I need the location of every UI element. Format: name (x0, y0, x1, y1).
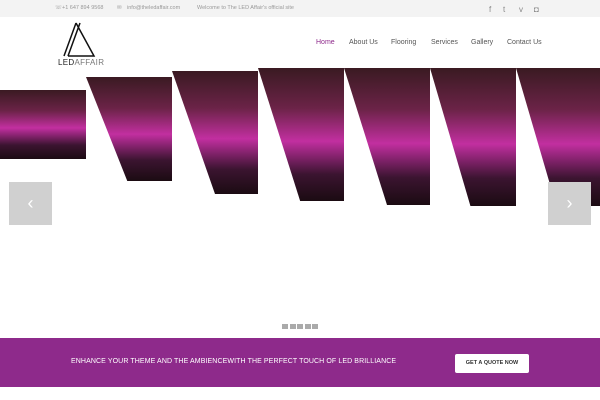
nav-home[interactable]: Home (316, 39, 335, 46)
phone-icon: ☏ (55, 5, 62, 11)
logo-text: LEDAFFAIR (58, 58, 105, 67)
facebook-icon[interactable]: f (489, 5, 491, 14)
email-icon: ✉ (117, 5, 122, 11)
slide-dot[interactable] (289, 324, 296, 329)
slide-panel (86, 77, 172, 181)
cta-text: ENHANCE YOUR THEME AND THE AMBIENCEWITH … (71, 358, 397, 365)
top-bar: ☏ +1 647 894 9568 ✉ info@theledaffair.co… (0, 0, 600, 17)
slide-panel (344, 68, 430, 205)
prev-slide-button[interactable]: ‹ (9, 182, 52, 225)
slide-panel (0, 90, 86, 159)
email-link[interactable]: info@theledaffair.com (127, 5, 180, 11)
nav-contact-us[interactable]: Contact Us (507, 39, 542, 46)
next-slide-button[interactable]: › (548, 182, 591, 225)
logo[interactable]: LEDAFFAIR (58, 22, 104, 67)
nav-services[interactable]: Services (431, 39, 458, 46)
slide-dot[interactable] (312, 324, 318, 329)
cta-band: ENHANCE YOUR THEME AND THE AMBIENCEWITH … (0, 338, 600, 387)
nav-flooring[interactable]: Flooring (391, 39, 416, 46)
slide-panel (172, 71, 258, 194)
phone-number: +1 647 894 9568 (62, 5, 104, 11)
slider-pagination (282, 324, 318, 329)
slide-panel (258, 68, 344, 201)
welcome-text: Welcome to The LED Affair's official sit… (197, 5, 294, 11)
slide-dot[interactable] (304, 324, 311, 329)
get-quote-button[interactable]: GET A QUOTE NOW (455, 354, 529, 373)
nav-gallery[interactable]: Gallery (471, 39, 493, 46)
twitter-icon[interactable]: t (503, 5, 505, 14)
logo-triangle-icon (63, 22, 96, 57)
header: LEDAFFAIR Home About Us Flooring Service… (0, 17, 600, 68)
vimeo-icon[interactable]: v (519, 5, 523, 14)
nav-about-us[interactable]: About Us (349, 39, 378, 46)
instagram-icon[interactable]: ◘ (534, 5, 539, 14)
slide-dot[interactable] (282, 324, 288, 329)
hero-slider (0, 68, 600, 338)
slide-dot[interactable] (297, 324, 303, 329)
slide-panel (430, 68, 516, 206)
